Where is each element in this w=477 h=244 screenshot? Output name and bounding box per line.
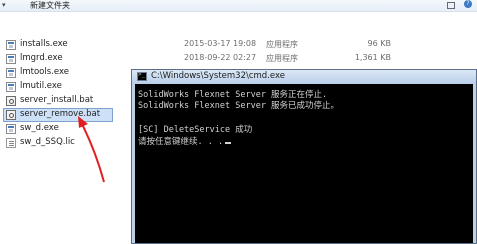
cmd-window[interactable]: C:\Windows\System32\cmd.exe SolidWorks F… bbox=[131, 69, 477, 244]
file-name: sw_d_SSQ.lic bbox=[20, 137, 75, 147]
help-icon[interactable]: ? bbox=[464, 0, 472, 8]
organize-dropdown-icon[interactable]: ▾ bbox=[2, 1, 6, 9]
new-folder-button[interactable]: 新建文件夹 bbox=[30, 0, 70, 11]
console-prompt-text: 请按任意键继续. . . bbox=[138, 137, 224, 147]
console-line-prompt: 请按任意键继续. . . bbox=[138, 135, 232, 147]
batch-file-icon bbox=[6, 110, 16, 120]
file-row-installs[interactable]: installs.exe 2015-03-17 19:08 应用程序 96 KB bbox=[0, 38, 477, 51]
exe-icon bbox=[6, 124, 16, 134]
view-options-icon[interactable] bbox=[447, 1, 457, 9]
cmd-titlebar[interactable]: C:\Windows\System32\cmd.exe bbox=[132, 70, 476, 84]
file-size: 96 KB bbox=[367, 39, 391, 48]
file-date: 2015-03-17 19:08 bbox=[184, 39, 257, 48]
file-name: server_install.bat bbox=[20, 95, 94, 105]
file-name: sw_d.exe bbox=[20, 123, 59, 133]
file-row-lmgrd[interactable]: lmgrd.exe 2018-09-22 02:27 应用程序 1,361 KB bbox=[0, 52, 477, 65]
file-size: 1,361 KB bbox=[354, 53, 391, 62]
file-type: 应用程序 bbox=[266, 40, 298, 49]
exe-icon bbox=[6, 54, 16, 64]
text-cursor bbox=[225, 142, 232, 144]
exe-icon bbox=[6, 82, 16, 92]
explorer-toolbar: ▾ 新建文件夹 ? bbox=[0, 0, 477, 12]
file-type: 应用程序 bbox=[266, 54, 298, 63]
console-line: [SC] DeleteService 成功 bbox=[138, 125, 253, 135]
batch-file-icon bbox=[6, 96, 16, 106]
cmd-app-icon bbox=[137, 71, 147, 81]
cmd-title: C:\Windows\System32\cmd.exe bbox=[151, 71, 285, 81]
file-name: lmgrd.exe bbox=[20, 53, 63, 63]
cmd-console[interactable]: SolidWorks Flexnet Server 服务正在停止. SolidW… bbox=[135, 84, 473, 243]
console-line: SolidWorks Flexnet Server 服务已成功停止。 bbox=[138, 101, 340, 111]
exe-icon bbox=[6, 68, 16, 78]
license-file-icon bbox=[6, 138, 16, 148]
file-name: installs.exe bbox=[20, 39, 68, 49]
file-name: server_remove.bat bbox=[20, 109, 101, 119]
file-name: lmtools.exe bbox=[20, 67, 69, 77]
exe-icon bbox=[6, 40, 16, 50]
file-name: lmutil.exe bbox=[20, 81, 62, 91]
file-date: 2018-09-22 02:27 bbox=[184, 53, 257, 62]
